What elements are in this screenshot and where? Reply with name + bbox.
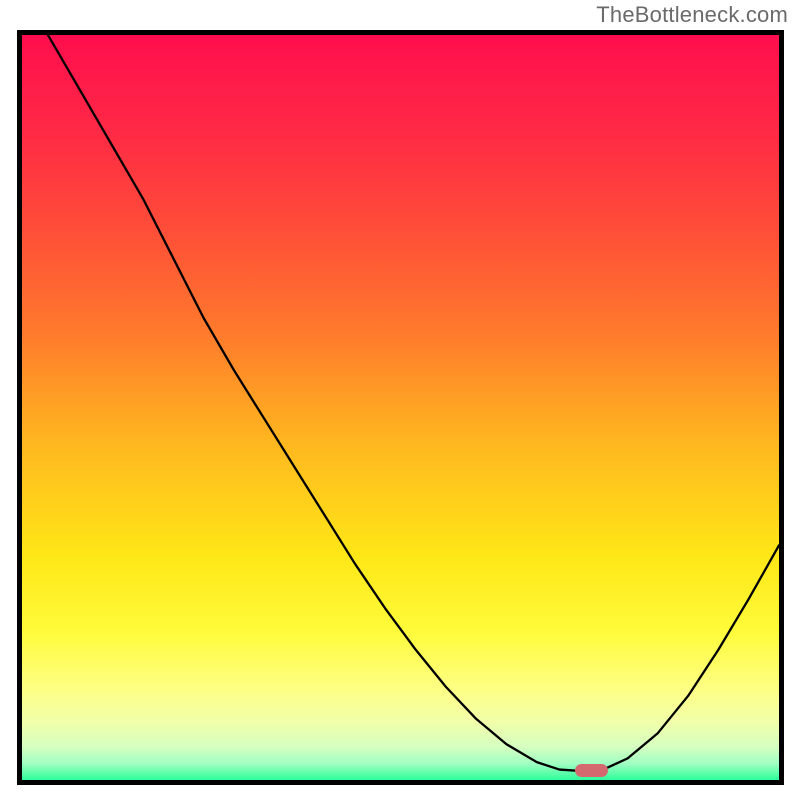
chart-frame	[17, 30, 784, 785]
data-curve	[22, 35, 779, 780]
chart-area	[22, 35, 779, 780]
watermark-text: TheBottleneck.com	[596, 2, 788, 28]
optimum-marker	[575, 764, 608, 777]
